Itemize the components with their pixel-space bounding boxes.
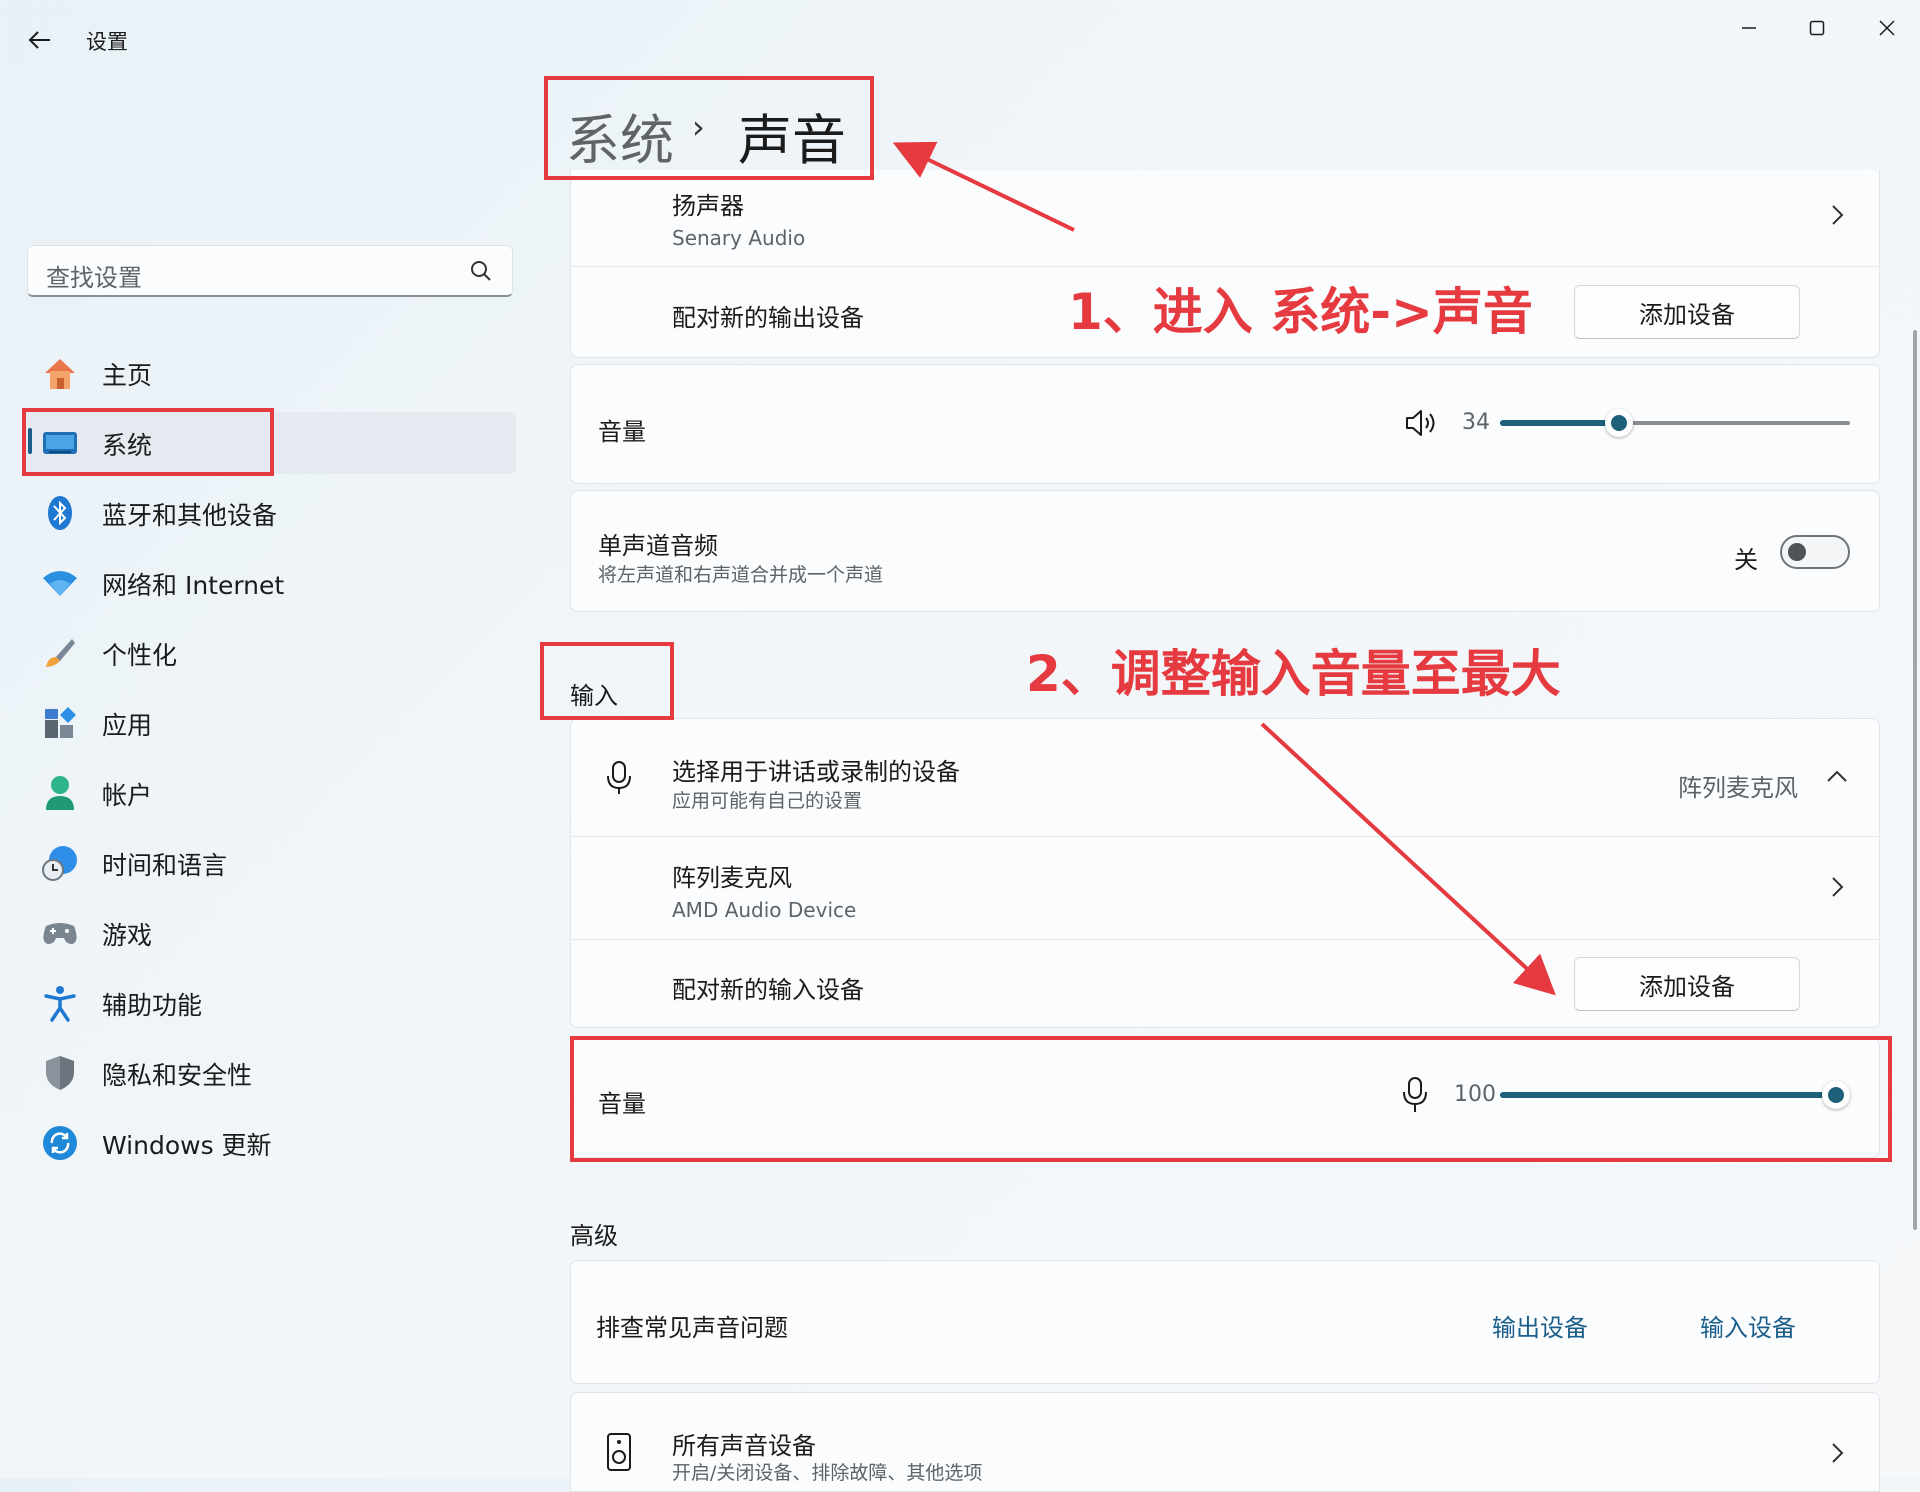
- annotation-arrow-1: [892, 141, 1075, 232]
- annotation-arrow-2: [1260, 722, 1556, 996]
- annotation-arrows: [892, 141, 1556, 996]
